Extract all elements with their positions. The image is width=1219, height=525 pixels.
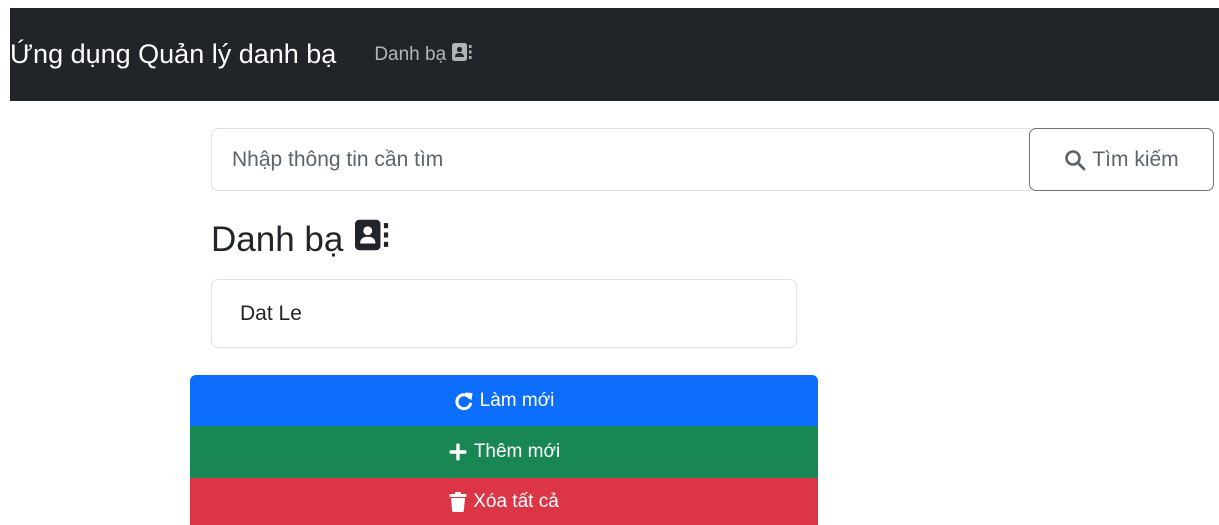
add-contact-button[interactable]: Thêm mới [190,426,818,478]
search-input[interactable] [211,128,1031,191]
refresh-button[interactable]: Làm mới [190,375,818,426]
add-contact-button-label: Thêm mới [473,441,561,462]
nav-link-label: Danh bạ [374,43,447,65]
search-button-label: Tìm kiếm [1092,147,1179,171]
app-brand[interactable]: Ứng dụng Quản lý danh bạ [10,39,336,70]
nav-link-contacts[interactable]: Danh bạ [374,42,472,68]
contact-book-icon [355,218,389,261]
refresh-icon [454,391,474,411]
delete-all-button[interactable]: Xóa tất cả [190,478,818,525]
trash-icon [449,491,467,512]
navbar: Ứng dụng Quản lý danh bạ Danh bạ [10,8,1219,101]
delete-all-button-label: Xóa tất cả [473,490,559,512]
search-group: Tìm kiếm [211,128,1214,191]
refresh-button-label: Làm mới [479,389,555,411]
page-title: Danh bạ [211,218,389,261]
search-button[interactable]: Tìm kiếm [1029,128,1214,191]
list-item[interactable]: Dat Le [240,302,302,326]
plus-icon [448,442,468,462]
contact-list: Dat Le [211,279,797,348]
page-title-text: Danh bạ [211,219,344,259]
contact-book-icon [452,42,472,68]
search-icon [1064,149,1086,171]
